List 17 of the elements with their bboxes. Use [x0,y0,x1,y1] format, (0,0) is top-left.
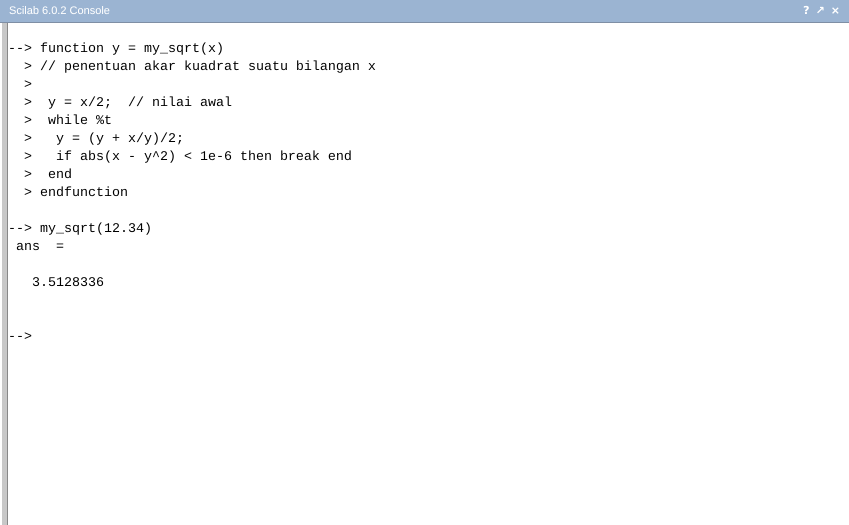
console-line: --> [8,329,32,347]
close-button[interactable]: × [828,4,843,18]
console-line: > endfunction [22,185,128,203]
console-line: --> function y = my_sqrt(x) [8,41,224,59]
console-line: > while %t [22,113,112,131]
undock-button[interactable]: ↗ [812,4,828,18]
console-line: > // penentuan akar kuadrat suatu bilangan x [22,59,376,77]
console-line: > y = (y + x/y)/2; [22,131,184,149]
console-line: > if abs(x - y^2) < 1e-6 then break end [22,149,352,167]
console-line: > [22,77,32,95]
console-line: ans = [14,239,64,257]
console-line: 3.5128336 [30,275,104,293]
console-line: > end [22,167,72,185]
console-line: --> my_sqrt(12.34) [8,221,152,239]
window-title: Scilab 6.0.2 Console [9,5,111,17]
help-button[interactable]: ? [800,4,813,18]
console-line: > y = x/2; // nilai awal [22,95,232,113]
